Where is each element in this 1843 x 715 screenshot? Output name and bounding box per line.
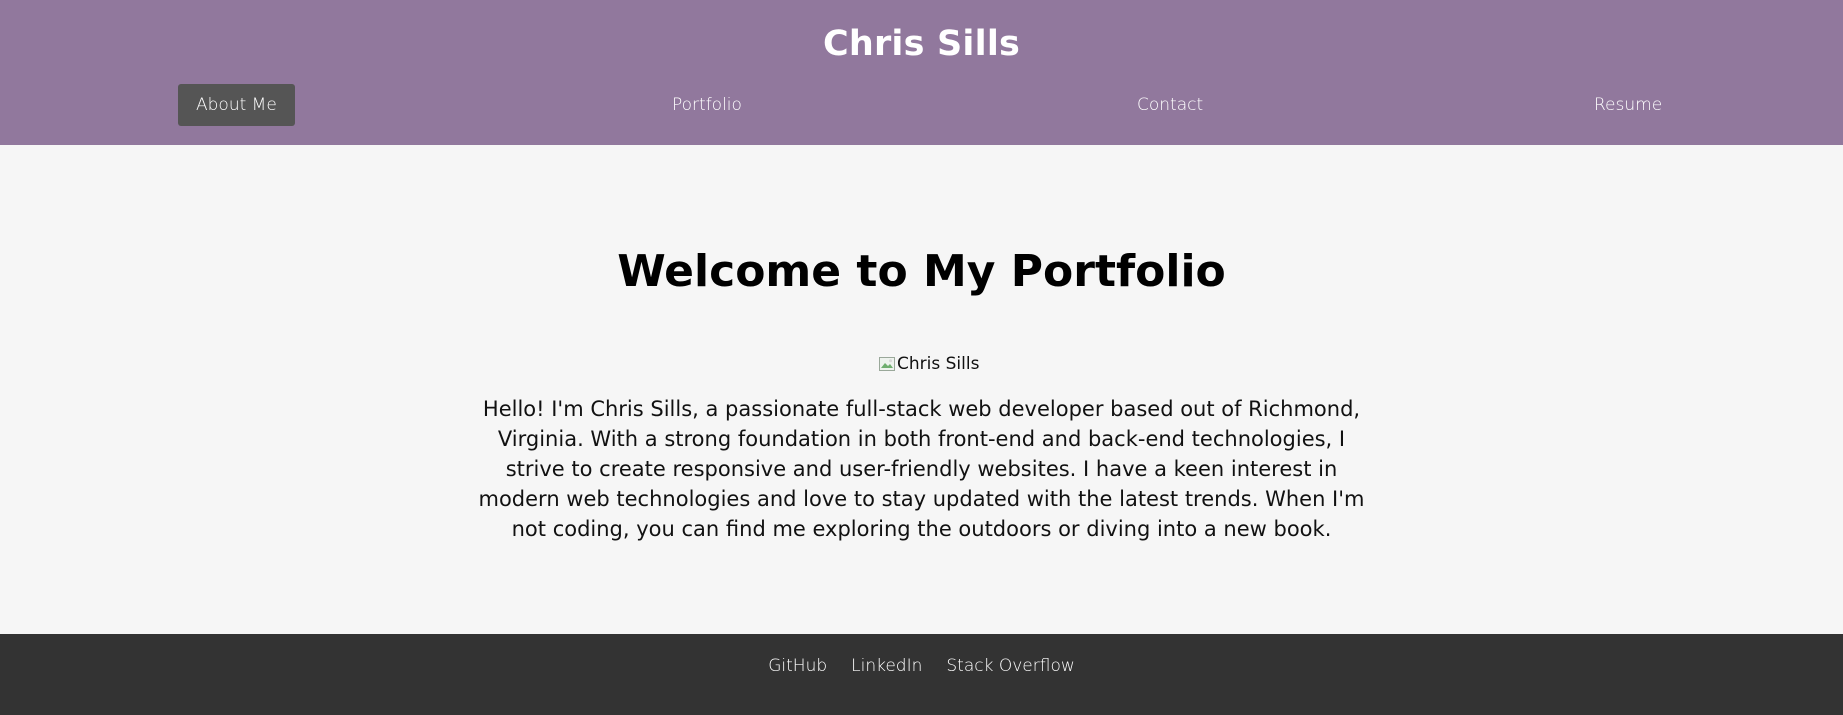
page-heading: Welcome to My Portfolio: [617, 246, 1226, 297]
bio-paragraph: Hello! I'm Chris Sills, a passionate ful…: [478, 397, 1365, 541]
main-content: Welcome to My Portfolio Chris Sills Hell…: [0, 145, 1843, 634]
main-nav: About Me Portfolio Contact Resume: [0, 84, 1843, 126]
nav-resume[interactable]: Resume: [1594, 84, 1662, 126]
footer-link-github[interactable]: GitHub: [768, 656, 827, 676]
broken-image-icon: [879, 357, 895, 371]
nav-contact[interactable]: Contact: [1137, 84, 1203, 126]
site-header: Chris Sills About Me Portfolio Contact R…: [0, 0, 1843, 145]
site-title: Chris Sills: [822, 24, 1021, 64]
nav-portfolio[interactable]: Portfolio: [672, 84, 742, 126]
footer-link-linkedin[interactable]: LinkedIn: [851, 656, 922, 676]
footer-link-stack-overflow[interactable]: Stack Overflow: [946, 656, 1074, 676]
footer-links: GitHub LinkedIn Stack Overflow: [0, 634, 1843, 698]
site-footer: GitHub LinkedIn Stack Overflow: [0, 634, 1843, 715]
profile-image-alt-text: Chris Sills: [897, 354, 980, 374]
nav-about-me[interactable]: About Me: [178, 84, 295, 126]
profile-image: Chris Sills: [879, 353, 979, 375]
